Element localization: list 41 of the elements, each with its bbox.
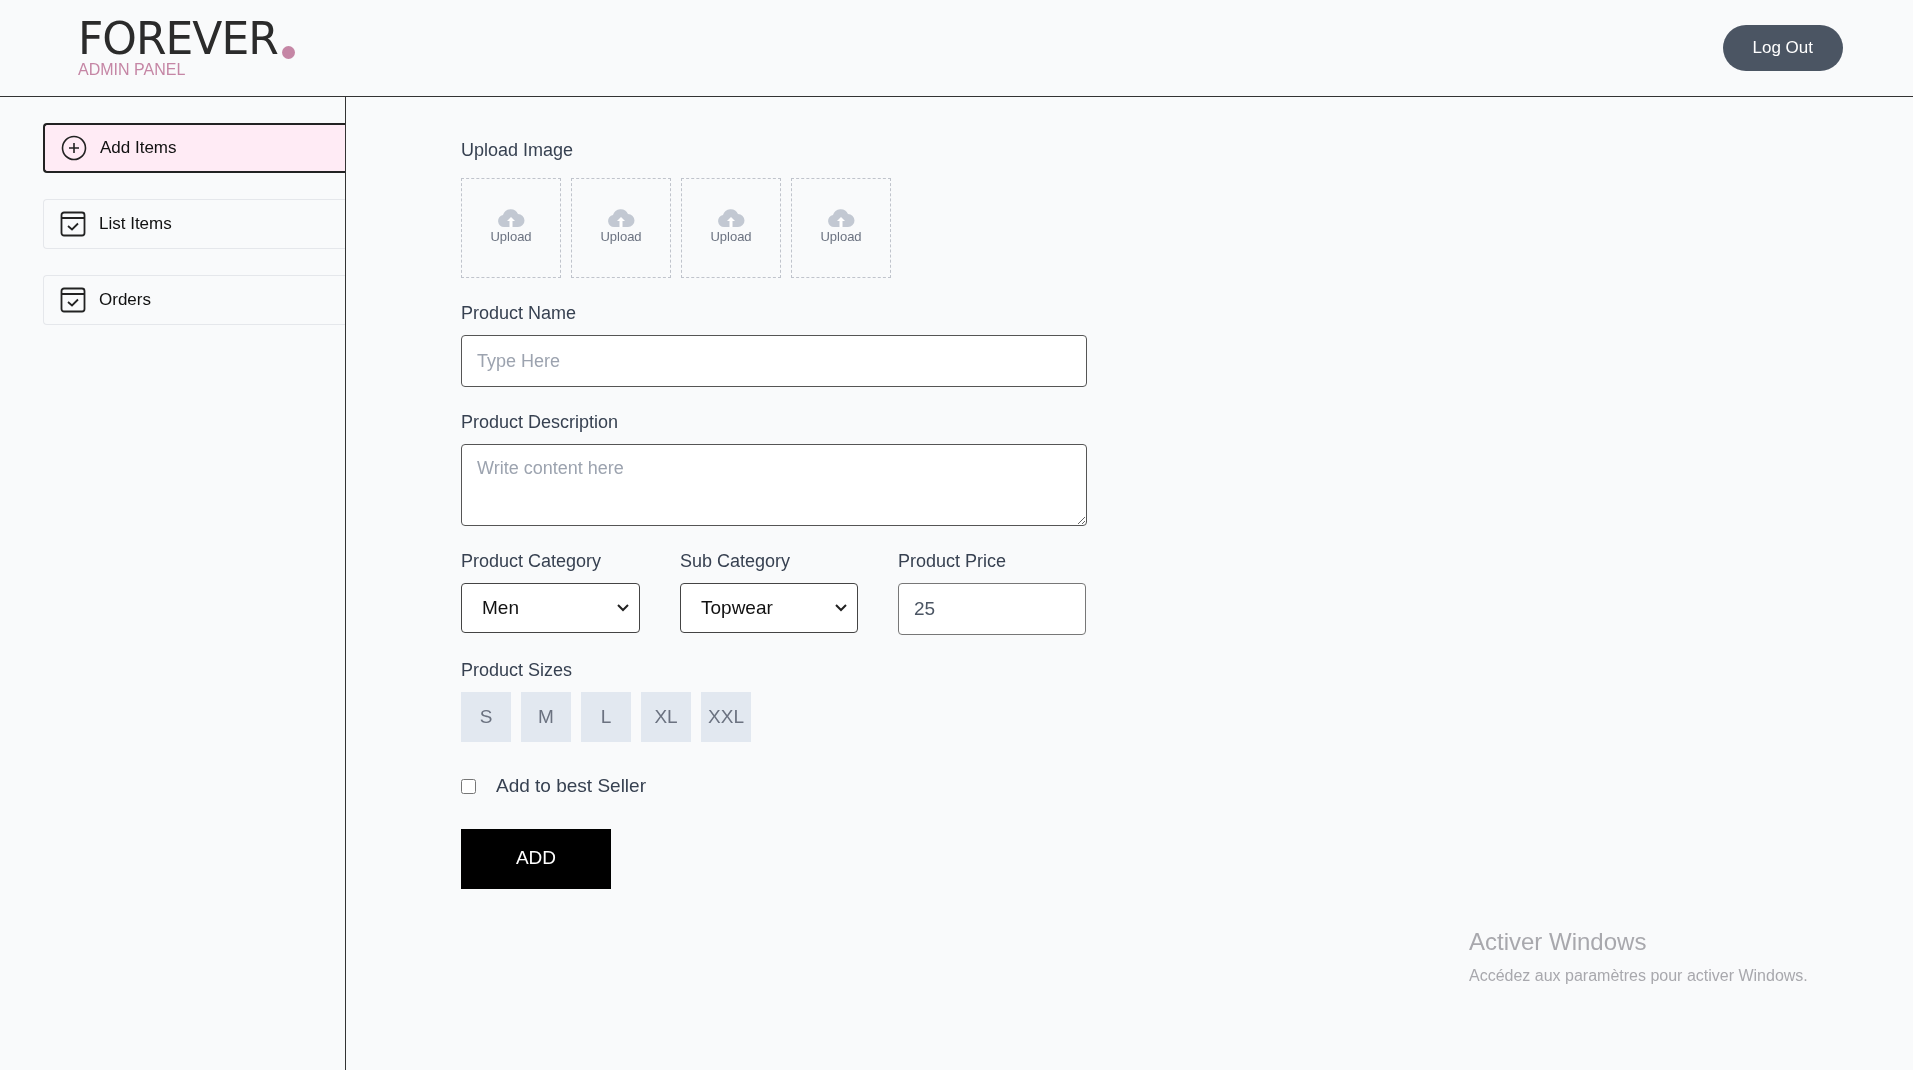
size-option[interactable]: S: [461, 692, 511, 742]
cloud-upload-icon: [607, 209, 635, 228]
upload-area[interactable]: Upload: [571, 178, 671, 278]
cloud-upload-icon: [717, 209, 745, 228]
upload-area[interactable]: Upload: [791, 178, 891, 278]
field-label: Product Description: [461, 411, 620, 434]
activation-title: Activer Windows: [1469, 927, 1648, 957]
field-label: Product Category: [461, 550, 603, 573]
price-input[interactable]: 25: [898, 583, 1086, 635]
plus-circle-icon: [61, 135, 87, 161]
sidebar-item[interactable]: Orders: [43, 275, 345, 325]
logo-subtitle: ADMIN PANEL: [78, 61, 187, 79]
field-label: Sub Category: [680, 550, 792, 573]
calendar-check-icon: [60, 211, 86, 237]
field-label: Product Sizes: [461, 659, 574, 682]
upload-area[interactable]: Upload: [461, 178, 561, 278]
text-input[interactable]: Type Here: [461, 335, 1087, 387]
dropdown[interactable]: Men: [461, 583, 640, 633]
dropdown[interactable]: Topwear: [680, 583, 858, 633]
size-option[interactable]: L: [581, 692, 631, 742]
add-button[interactable]: ADD: [461, 828, 611, 889]
checkbox[interactable]: [461, 778, 476, 794]
size-option[interactable]: M: [521, 692, 571, 742]
logo-text: FOREVER: [78, 17, 278, 61]
sidebar-item[interactable]: Add Items: [43, 123, 345, 173]
sidebar-item[interactable]: List Items: [43, 199, 345, 249]
calendar-check-icon: [60, 287, 86, 313]
logout-button[interactable]: Log Out: [1722, 25, 1843, 71]
cloud-upload-icon: [497, 209, 525, 228]
checkbox-label: Add to best Seller: [496, 774, 646, 798]
chevron-down-icon: [617, 604, 629, 612]
text-area[interactable]: Write content here: [461, 444, 1087, 526]
size-option[interactable]: XL: [641, 692, 691, 742]
field-label: Upload Image: [461, 139, 575, 162]
cloud-upload-icon: [827, 209, 855, 228]
activation-message: Accédez aux paramètres pour activer Windows.: [1469, 966, 1808, 986]
chevron-down-icon: [835, 604, 847, 612]
field-label: Product Price: [898, 550, 1008, 573]
upload-area[interactable]: Upload: [681, 178, 781, 278]
field-label: Product Name: [461, 302, 578, 325]
size-option[interactable]: XXL: [701, 692, 751, 742]
